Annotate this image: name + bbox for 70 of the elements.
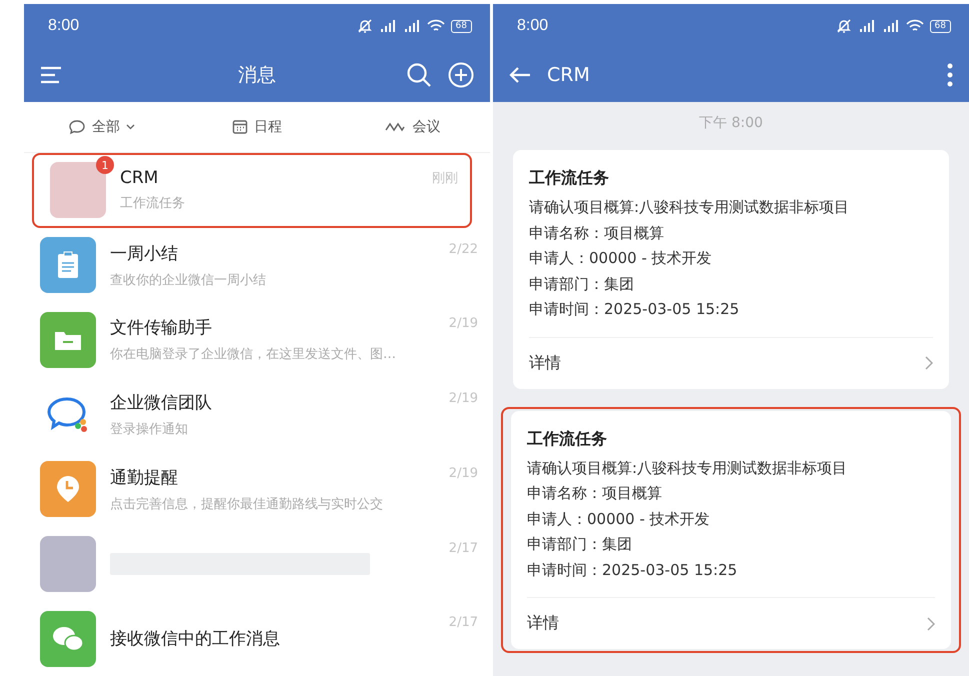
card-line: 申请时间：2025-03-05 15:25 [527,560,738,580]
conversation-name: 接收微信中的工作消息 [110,628,281,650]
chevron-right-icon [925,356,933,370]
conversation-preview: 查收你的企业微信一周小结 [110,272,267,289]
add-icon[interactable] [448,62,474,88]
card-line: 申请名称：项目概算 [529,222,665,244]
card-title: 工作流任务 [529,168,610,189]
card-line: 申请人：00000 - 技术开发 [529,248,713,269]
conversation-time: 2/19 [448,316,478,332]
conversation-name: CRM [120,168,160,188]
filter-tab[interactable]: 会议 [334,116,490,137]
menu-icon[interactable] [40,66,62,84]
bell-off-icon [836,18,852,34]
card-line: 申请部门：集团 [527,534,633,555]
back-arrow-icon[interactable] [509,66,531,84]
card-line: 申请时间：2025-03-05 15:25 [529,299,740,320]
status-time: 8:00 [48,17,80,35]
blurred-avatar [40,536,96,592]
card-line: 申请名称：项目概算 [527,483,663,504]
conversation-preview: 点击完善信息，提醒你最佳通勤路线与实时公交 [110,496,384,513]
chat-title: CRM [547,64,590,86]
card-title: 工作流任务 [527,428,608,450]
card-line: 申请部门：集团 [529,274,635,294]
unread-badge: 1 [96,156,114,174]
details-link[interactable]: 详情 [529,336,933,388]
card-line: 请确认项目概算:八骏科技专用测试数据非标项目 [527,458,848,478]
conversation-time: 2/19 [448,466,478,481]
calendar-icon [232,118,248,135]
clock-pin-icon [55,474,81,504]
filter-tab[interactable]: 全部 [24,116,180,137]
filter-tab[interactable]: 日程 [179,116,335,137]
conversation-name: 一周小结 [110,242,179,265]
signal-icon [378,19,397,33]
signal-icon [882,19,900,33]
highlighted-conversation[interactable]: 1 CRM 工作流任务 刚刚 [32,152,472,228]
message-time: 下午 8:00 [699,114,763,132]
conversation-row[interactable]: 文件传输助手 你在电脑登录了企业微信，在这里发送文件、图… 2/19 [24,302,490,378]
battery-level: 68 [450,20,472,32]
details-link[interactable]: 详情 [527,597,935,649]
chat-bubble-icon [68,118,86,135]
conversation-preview: 工作流任务 [120,195,186,212]
chat-bubbles-icon [51,624,85,653]
conversation-time: 2/22 [448,242,478,257]
conversation-row[interactable]: 接收微信中的工作消息 2/17 [24,601,490,676]
more-icon[interactable] [947,63,953,87]
battery-level: 68 [930,20,951,32]
search-icon[interactable] [406,62,432,88]
clipboard-icon [56,251,80,280]
conversation-preview: 你在电脑登录了企业微信，在这里发送文件、图… [110,346,397,364]
card-line: 申请人：00000 - 技术开发 [527,508,711,530]
conversation-row[interactable]: 通勤提醒 点击完善信息，提醒你最佳通勤路线与实时公交 2/19 [24,452,490,527]
conversation-time: 2/17 [448,540,478,556]
chevron-right-icon [927,616,935,630]
signal-icon [402,19,421,33]
wifi-icon [426,19,445,33]
signal-icon [858,19,876,33]
conversation-row[interactable]: 企业微信团队 登录操作通知 2/19 [24,377,490,452]
bell-off-icon [356,18,373,34]
card-line: 请确认项目概算:八骏科技专用测试数据非标项目 [529,197,850,218]
wifi-icon [906,19,924,33]
conversation-time: 2/19 [448,391,478,406]
conversation-name: 通勤提醒 [110,466,179,489]
conversation-time: 刚刚 [432,170,458,187]
conversation-name: 企业微信团队 [110,392,213,414]
page-title: 消息 [238,63,276,88]
status-time: 8:00 [517,17,548,35]
conversation-name: 文件传输助手 [110,317,213,340]
conversation-row[interactable]: 一周小结 查收你的企业微信一周小结 2/22 [24,228,490,302]
conversation-preview: 登录操作通知 [110,421,189,438]
conversation-time: 2/17 [448,615,478,630]
